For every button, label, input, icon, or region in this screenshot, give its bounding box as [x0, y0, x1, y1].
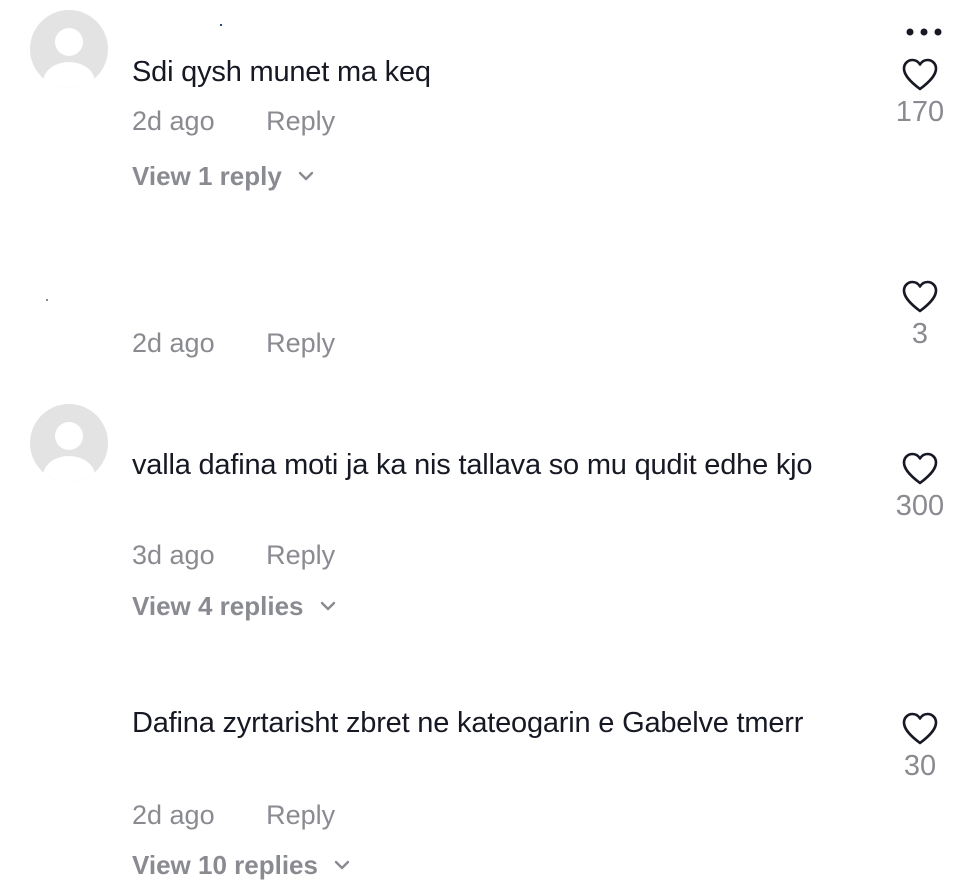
view-replies-button[interactable]: View 10 replies [132, 848, 351, 882]
view-replies-label: View 10 replies [132, 850, 318, 880]
comment-meta: 3d ago Reply [132, 538, 335, 572]
avatar[interactable] [30, 10, 108, 88]
view-replies-button[interactable]: View 1 reply [132, 159, 315, 193]
like-count: 170 [895, 96, 945, 128]
heart-icon[interactable] [902, 452, 938, 486]
comment-text: Dafina zyrtarisht zbret ne kateogarin e … [132, 707, 804, 739]
like-control: 30 [890, 712, 950, 784]
comment-meta: 2d ago Reply [132, 798, 335, 832]
heart-icon[interactable] [902, 58, 938, 92]
like-control: 3 [890, 280, 950, 352]
avatar[interactable] [30, 404, 108, 482]
chevron-down-icon [335, 860, 350, 870]
like-control: 300 [890, 452, 950, 524]
chevron-down-icon [298, 171, 314, 181]
view-replies-label: View 1 reply [132, 161, 282, 191]
more-options-icon[interactable] [902, 22, 946, 42]
like-count: 3 [911, 318, 929, 350]
stray-pixel [220, 24, 222, 26]
comment-timestamp: 2d ago [132, 800, 215, 830]
comment-meta: 2d ago Reply [132, 104, 335, 138]
heart-icon[interactable] [902, 712, 938, 746]
like-control: 170 [890, 58, 950, 130]
like-count: 300 [895, 490, 945, 522]
reply-button[interactable]: Reply [266, 538, 335, 572]
heart-icon[interactable] [902, 280, 938, 314]
comment-text: valla dafina moti ja ka nis tallava so m… [132, 449, 813, 481]
chevron-down-icon [320, 601, 335, 611]
stray-pixel [46, 299, 48, 301]
comment-timestamp: 2d ago [132, 328, 215, 358]
comment-timestamp: 3d ago [132, 540, 215, 570]
like-count: 30 [903, 750, 937, 782]
reply-button[interactable]: Reply [266, 104, 335, 138]
comment-text: Sdi qysh munet ma keq [132, 56, 431, 88]
reply-button[interactable]: Reply [266, 798, 335, 832]
comment-meta: 2d ago Reply [132, 326, 335, 360]
comment-timestamp: 2d ago [132, 106, 215, 136]
view-replies-label: View 4 replies [132, 591, 304, 621]
view-replies-button[interactable]: View 4 replies [132, 589, 337, 623]
reply-button[interactable]: Reply [266, 326, 335, 360]
